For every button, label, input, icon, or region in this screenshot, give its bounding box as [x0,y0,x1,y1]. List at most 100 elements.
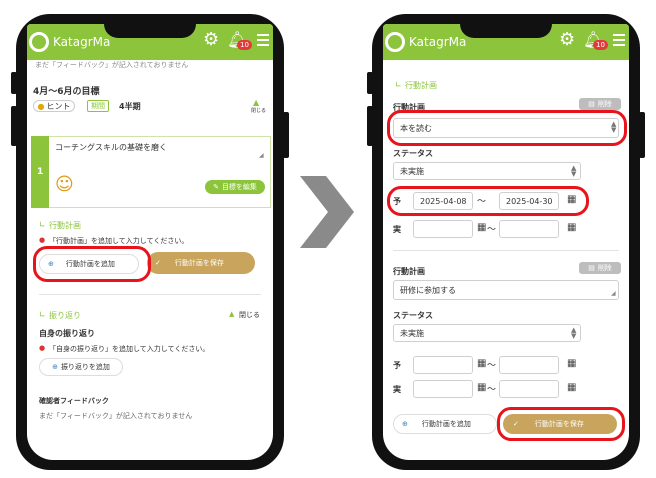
highlight-ring [33,246,151,282]
action-plan-warning: 「行動計画」を追加して入力してください。 [49,237,189,245]
plan1-status-value: 未実施 [400,166,424,176]
tilde: 〜 [487,385,497,395]
hint-button[interactable]: ● ヒント [33,100,75,112]
reflection-title: 振り返り [49,311,81,320]
plan1-actual-end-input[interactable] [499,220,559,238]
gear-icon[interactable]: ⚙ [559,29,575,50]
calendar-icon[interactable]: ▦ [567,222,576,233]
phone-button [367,72,373,94]
goal-period-title: 4月〜6月の目標 [33,87,100,97]
menu-icon[interactable] [613,34,625,49]
goal-number: 1 [37,167,44,177]
plan2-actual-label: 実 [393,385,401,394]
delete-label: 削除 [597,100,612,108]
divider [39,294,261,295]
logo-icon [29,32,49,52]
plan1-actual-label: 実 [393,225,401,234]
plus-icon: ⊕ [402,420,408,428]
gear-icon[interactable]: ⚙ [203,29,219,50]
select-arrows-icon: ▲ ▼ [571,326,577,340]
plan2-actual-end-input[interactable] [499,380,559,398]
plan2-actual-start-input[interactable] [413,380,473,398]
plan2-delete-button[interactable]: ▤ 削除 [579,262,621,274]
calendar-icon[interactable]: ▦ [477,358,486,369]
menu-icon[interactable] [257,34,269,49]
calendar-icon[interactable]: ▦ [567,358,576,369]
warning-icon: ● [39,344,46,352]
corner-icon: ∟ [39,220,46,229]
app-logo-text: KatagrMa [409,35,467,49]
right-phone-frame: KatagrMa ⚙ 🔔︎ 10 ∟ 行動計画 行動計画 ▤ 削除 本を読む ▲… [367,14,645,470]
resize-handle-icon: ◢ [259,152,264,159]
plan1-delete-button[interactable]: ▤ 削除 [579,98,621,110]
highlight-ring [387,186,589,216]
plus-icon: ⊕ [52,363,58,371]
action-plan-title: 行動計画 [49,221,81,230]
calendar-icon[interactable]: ▦ [477,382,486,393]
calendar-icon[interactable]: ▦ [567,382,576,393]
add-reflection-button[interactable]: ⊕ 振り返りを追加 [39,358,123,376]
plan2-planned-end-input[interactable] [499,356,559,374]
tilde: 〜 [487,361,497,371]
tilde: 〜 [487,225,497,235]
plan2-text-value: 研修に参加する [400,285,456,295]
self-reflection-warning: 「自身の振り返り」を追加して入力してください。 [49,345,210,353]
plan2-planned-start-input[interactable] [413,356,473,374]
divider [393,250,619,251]
lightbulb-icon: ● [37,101,45,111]
resize-handle-icon: ◢ [611,290,616,297]
plan2-label: 行動計画 [393,267,425,276]
quarter-label: 4半期 [119,102,141,111]
plan2-text-input[interactable]: 研修に参加する [393,280,619,300]
phone-notch [104,24,196,38]
reviewer-feedback-text: まだ「フィードバック」が記入されておりません [39,412,193,420]
select-arrows-icon: ▲ ▼ [571,164,577,178]
plan1-status-label: ステータス [393,149,433,158]
goal-text: コーチングスキルの基礎を磨く [55,143,167,152]
notification-badge: 10 [593,40,608,50]
plan2-planned-label: 予 [393,361,401,370]
phone-button [283,112,289,158]
period-tag: 期間 [87,100,109,112]
collapse-up-icon[interactable]: ▲ [253,98,259,107]
plan1-status-select[interactable]: 未実施 [393,162,581,180]
phone-button [11,106,17,146]
right-screen: KatagrMa ⚙ 🔔︎ 10 ∟ 行動計画 行動計画 ▤ 削除 本を読む ▲… [383,24,629,460]
save-action-plan-button[interactable]: ✓ 行動計画を保存 [147,252,255,274]
hint-label: ヒント [46,101,71,111]
app-logo-text: KatagrMa [53,35,111,49]
delete-label: 削除 [597,264,612,272]
calendar-icon[interactable]: ▦ [477,222,486,233]
phone-button [367,106,373,146]
plan2-status-select[interactable]: 未実施 [393,324,581,342]
highlight-ring [387,110,627,146]
mascot-icon: ☺ [55,174,74,195]
collapse-label: 閉じる [251,108,267,114]
trash-icon: ▤ [588,264,595,272]
add-action-plan-button[interactable]: ⊕ 行動計画を追加 [393,414,497,434]
phone-button [11,72,17,94]
self-reflection-title: 自身の振り返り [39,329,95,338]
reviewer-feedback-title: 確認者フィードバック [39,397,109,405]
corner-icon: ∟ [39,310,46,319]
plan2-status-label: ステータス [393,311,433,320]
add-reflection-label: 振り返りを追加 [60,363,110,371]
edit-goal-button[interactable]: ✎ 目標を編集 [205,180,265,194]
plan2-status-value: 未実施 [400,328,424,338]
save-action-plan-label: 行動計画を保存 [174,259,224,267]
edit-goal-label: 目標を編集 [221,183,257,191]
cut-feedback-text: まだ「フィードバック」が記入されておりません [35,61,189,69]
trash-icon: ▤ [588,100,595,108]
highlight-ring [497,407,625,441]
collapse-up-icon[interactable]: ▲ [229,310,234,318]
left-phone-frame: KatagrMa ⚙ 🔔︎ 10 まだ「フィードバック」が記入されておりません … [11,14,289,470]
section-title: 行動計画 [405,81,437,90]
add-action-plan-label: 行動計画を追加 [421,420,471,428]
phone-button [639,112,645,158]
notification-badge: 10 [237,40,252,50]
pencil-icon: ✎ [213,183,219,191]
plan1-actual-start-input[interactable] [413,220,473,238]
next-step-arrow-icon [300,176,354,248]
phone-notch [460,24,552,38]
warning-icon: ● [39,236,46,244]
